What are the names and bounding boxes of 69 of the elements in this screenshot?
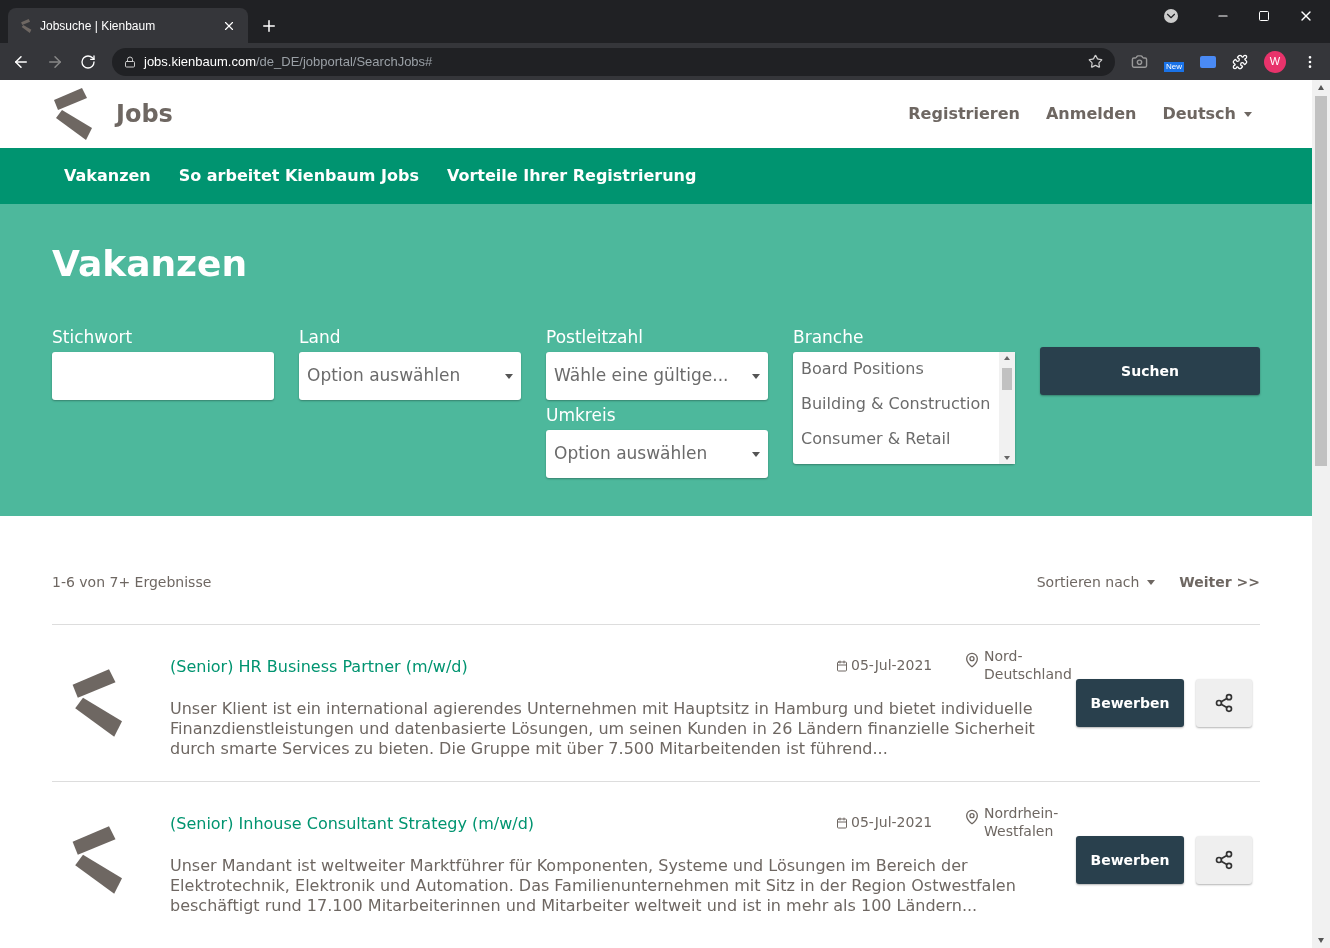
- job-title-link[interactable]: (Senior) HR Business Partner (m/w/d): [170, 647, 836, 679]
- browser-tab[interactable]: Jobsuche | Kienbaum: [8, 8, 248, 43]
- caret-icon: [505, 373, 513, 379]
- nav-link[interactable]: So arbeitet Kienbaum Jobs: [178, 164, 419, 188]
- header-link[interactable]: Registrieren: [908, 102, 1020, 126]
- new-tab-icon[interactable]: [260, 17, 278, 35]
- company-logo-icon: [70, 668, 122, 738]
- field-label: Branche: [793, 326, 865, 348]
- caret-icon: [752, 373, 760, 379]
- url-text: jobs.kienbaum.com/de_DE/jobportal/SearchJobs#: [144, 52, 434, 71]
- job-description: Unser Klient ist ein international agierendes Unternehmen mit Hauptsitz in Hamburg und bietet individuelle Finanzdienstleistungen und datenbasierte Lösungen, um seinen Kunden in 26 Ländern finanzielle Sicherheit durch smarte Services zu bieten. Die Gruppe mit über 7.500 Mitarbeitenden ist führend...: [170, 699, 1036, 759]
- radius-select[interactable]: Option auswählen: [546, 430, 768, 478]
- tab-favicon-icon: [20, 18, 32, 33]
- bookmark-star-icon[interactable]: [1088, 54, 1103, 69]
- reload-icon[interactable]: [80, 53, 96, 70]
- caret-icon: [1147, 579, 1156, 585]
- nav-link[interactable]: Vorteile Ihrer Registrierung: [446, 164, 697, 188]
- page-scrollbar-drawing[interactable]: [1312, 80, 1330, 948]
- share-button[interactable]: [1196, 679, 1252, 727]
- sort-dropdown[interactable]: Sortieren nach: [1036, 571, 1156, 593]
- share-button[interactable]: [1196, 836, 1252, 884]
- maximize-icon[interactable]: [1258, 10, 1270, 22]
- extensions-puzzle-icon[interactable]: [1232, 53, 1248, 70]
- listbox-option[interactable]: Building & Construction: [801, 391, 999, 416]
- job-title-link[interactable]: (Senior) Inhouse Consultant Strategy (m/w/d): [170, 804, 836, 836]
- location-pin-icon: [964, 808, 980, 826]
- extension-badge[interactable]: New: [1164, 61, 1184, 72]
- tab-title: Jobsuche | Kienbaum: [40, 17, 157, 35]
- language-dropdown[interactable]: Deutsch: [1162, 102, 1252, 126]
- location-pin-icon: [964, 651, 980, 669]
- nav-link[interactable]: Vakanzen: [64, 164, 151, 188]
- results-count: 1-6 von 7+ Ergebnisse: [52, 572, 213, 592]
- field-label: Postleitzahl: [546, 326, 644, 348]
- calendar-icon: [836, 816, 848, 829]
- apply-button[interactable]: Bewerben: [1076, 679, 1184, 727]
- brand-name: Jobs: [116, 99, 173, 130]
- job-location: Nordrhein- Westfalen: [984, 804, 1059, 840]
- share-icon: [1214, 850, 1234, 870]
- country-select[interactable]: Option auswählen: [299, 352, 521, 400]
- apply-button[interactable]: Bewerben: [1076, 836, 1184, 884]
- profile-avatar[interactable]: W: [1264, 50, 1286, 73]
- company-logo-icon: [70, 825, 122, 895]
- share-icon: [1214, 693, 1234, 713]
- postcode-select[interactable]: Wähle eine gültige...: [546, 352, 768, 400]
- page-title: Vakanzen: [52, 242, 249, 286]
- address-bar[interactable]: jobs.kienbaum.com/de_DE/jobportal/SearchJobs#: [112, 47, 1115, 76]
- tab-search-icon[interactable]: [1164, 9, 1178, 23]
- next-page-link[interactable]: Weiter >>: [1179, 571, 1260, 593]
- field-label: Stichwort: [52, 326, 134, 348]
- calendar-icon: [836, 659, 848, 672]
- search-button[interactable]: Suchen: [1040, 347, 1260, 395]
- listbox-option[interactable]: Board Positions: [801, 356, 999, 381]
- kienbaum-logo-icon: [52, 88, 92, 140]
- job-date: 05-Jul-2021: [851, 813, 933, 832]
- lock-icon: [124, 55, 136, 68]
- caret-icon: [1244, 111, 1252, 117]
- scrollbar-drawing[interactable]: [999, 352, 1015, 464]
- job-date: 05-Jul-2021: [851, 656, 933, 675]
- caret-icon: [752, 451, 760, 457]
- job-location: Nord- Deutschland: [984, 647, 1072, 683]
- job-description: Unser Mandant ist weltweiter Marktführer für Komponenten, Systeme und Lösungen im Bereich der Elektrotechnik, Elektronik und Automation. Das Familienunternehmen mit Sitz in der Region Ostwestfalen beschäftigt rund 17.100 Mitarbeiterinnen und Mitarbeiter weltweit und ist in mehr als 100 Ländern...: [170, 856, 1017, 916]
- industry-listbox[interactable]: Board Positions Building & Construction Consumer & Retail: [793, 352, 1015, 464]
- keyword-input[interactable]: [52, 352, 274, 400]
- field-label: Umkreis: [546, 404, 617, 426]
- camera-icon[interactable]: [1131, 53, 1148, 70]
- extension-icon[interactable]: [1200, 55, 1216, 68]
- header-link[interactable]: Anmelden: [1045, 102, 1137, 126]
- field-label: Land: [299, 326, 342, 348]
- listbox-option[interactable]: Consumer & Retail: [801, 426, 999, 451]
